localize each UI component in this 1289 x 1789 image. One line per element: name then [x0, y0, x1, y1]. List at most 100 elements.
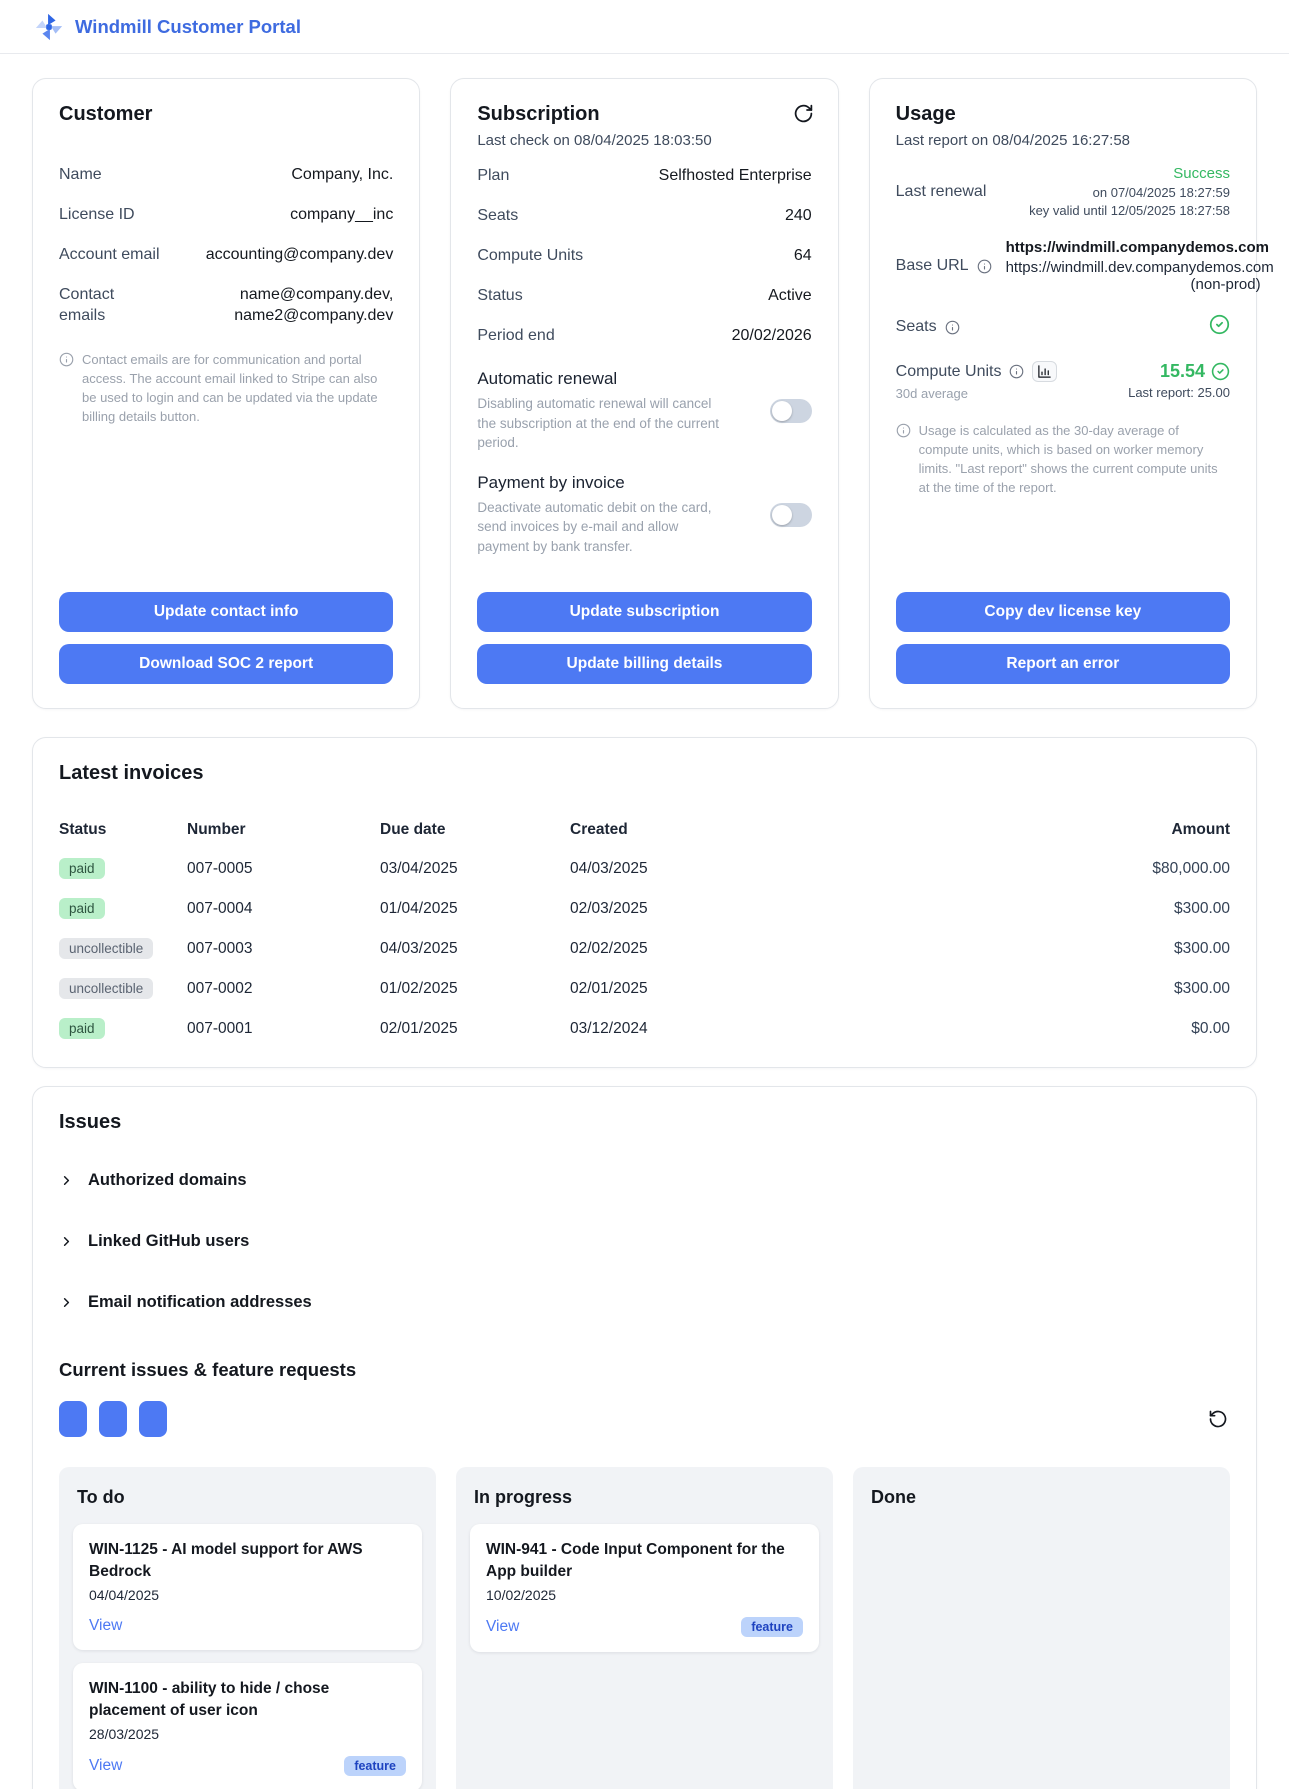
toggle-description: Disabling automatic renewal will cancel … — [477, 394, 732, 453]
accordion-row[interactable]: Email notification addresses — [59, 1272, 1230, 1333]
invoice-amount: $300.00 — [1060, 900, 1230, 918]
invoice-created-date: 02/01/2025 — [570, 980, 1060, 998]
usage-fields: Last renewal Success on 07/04/2025 18:27… — [896, 165, 1230, 497]
invoice-amount: $80,000.00 — [1060, 860, 1230, 878]
kanban-column: To do WIN-1125 - AI model support for AW… — [59, 1467, 436, 1789]
toggle-description: Deactivate automatic debit on the card, … — [477, 498, 732, 557]
invoice-created-date: 02/03/2025 — [570, 900, 1060, 918]
compute-units-value: 15.54 — [1160, 361, 1205, 382]
field-value: Selfhosted Enterprise — [659, 165, 812, 186]
issues-accordions: Authorized domains Linked GitHub users E… — [59, 1150, 1230, 1333]
customer-card: Customer Name Company, Inc. License ID c… — [32, 78, 420, 709]
renewal-key-valid: key valid until 12/05/2025 18:27:58 — [1029, 203, 1230, 218]
base-url-secondary: https://windmill.dev.companydemos.com (n… — [1006, 259, 1261, 293]
usage-buttons: Copy dev license key Report an error — [896, 576, 1230, 684]
issues-card: Issues Authorized domains Linked GitHub … — [32, 1086, 1257, 1789]
column-header-due-date: Due date — [380, 821, 570, 839]
update-subscription-button[interactable]: Update subscription — [477, 592, 811, 632]
info-icon — [945, 320, 960, 335]
accordion-label: Email notification addresses — [88, 1293, 312, 1312]
customer-card-title: Customer — [59, 103, 393, 126]
status-badge: paid — [59, 898, 105, 919]
compute-units-value-row: 15.54 — [1128, 361, 1230, 382]
invoice-due-date: 03/04/2025 — [380, 860, 570, 878]
column-header-status: Status — [59, 821, 187, 839]
compute-units-last-report: Last report: 25.00 — [1128, 385, 1230, 400]
info-icon — [896, 423, 911, 438]
view-link[interactable]: View — [486, 1618, 519, 1636]
invoice-number: 007-0003 — [187, 940, 380, 958]
field-label: Seats — [477, 205, 518, 226]
seats-label-text: Seats — [896, 318, 937, 336]
toggle-switch[interactable] — [770, 399, 812, 423]
issue-card[interactable]: WIN-941 - Code Input Component for the A… — [470, 1524, 819, 1652]
invoice-due-date: 01/02/2025 — [380, 980, 570, 998]
toggle-switch[interactable] — [770, 503, 812, 527]
compute-units-chart-button[interactable] — [1032, 361, 1057, 382]
issues-refresh-button[interactable] — [1206, 1407, 1230, 1431]
invoices-rows: paid 007-0005 03/04/2025 04/03/2025 $80,… — [59, 839, 1230, 1039]
base-url-row: Base URL https://windmill.companydemos.c… — [896, 239, 1230, 293]
refresh-icon — [793, 103, 814, 124]
subscription-card: Subscription Last check on 08/04/2025 18… — [450, 78, 838, 709]
field-value: company__inc — [290, 204, 393, 225]
issue-card-title: WIN-1100 - ability to hide / chose place… — [89, 1678, 406, 1722]
new-issue-button[interactable] — [59, 1401, 87, 1437]
subscription-fields: Plan Selfhosted Enterprise Seats 240 Com… — [477, 165, 811, 365]
invoice-number: 007-0001 — [187, 1020, 380, 1038]
base-url-label: Base URL — [896, 239, 992, 293]
invoice-due-date: 01/04/2025 — [380, 900, 570, 918]
issue-card-footer: View — [89, 1617, 406, 1635]
field-row: Compute Units 64 — [477, 245, 811, 266]
issue-card-date: 28/03/2025 — [89, 1726, 406, 1742]
usage-card-title: Usage — [896, 103, 1230, 126]
accordion-row[interactable]: Authorized domains — [59, 1150, 1230, 1211]
view-link[interactable]: View — [89, 1617, 122, 1635]
field-row: Contact emails name@company.dev, name2@c… — [59, 284, 393, 326]
accordion-label: Authorized domains — [88, 1171, 247, 1190]
feature-badge: feature — [741, 1617, 803, 1637]
field-row: Account email accounting@company.dev — [59, 244, 393, 265]
field-label: Account email — [59, 244, 160, 265]
new-issue-button[interactable] — [99, 1401, 127, 1437]
invoice-number: 007-0005 — [187, 860, 380, 878]
invoice-due-date: 04/03/2025 — [380, 940, 570, 958]
field-value: accounting@company.dev — [206, 244, 394, 265]
update-contact-info-button[interactable]: Update contact info — [59, 592, 393, 632]
info-icon — [1009, 364, 1024, 379]
kanban-column: Done — [853, 1467, 1230, 1789]
view-link[interactable]: View — [89, 1757, 122, 1775]
check-circle-icon — [1209, 314, 1230, 335]
issue-card[interactable]: WIN-1100 - ability to hide / chose place… — [73, 1663, 422, 1789]
issue-actions-row — [59, 1401, 1230, 1437]
feature-badge: feature — [344, 1756, 406, 1776]
kanban-column: In progress WIN-941 - Code Input Compone… — [456, 1467, 833, 1789]
toggle-row: Automatic renewal Disabling automatic re… — [477, 369, 811, 453]
new-issue-button[interactable] — [139, 1401, 167, 1437]
renewal-date: on 07/04/2025 18:27:59 — [1029, 185, 1230, 200]
renewal-status: Success — [1029, 165, 1230, 182]
invoice-number: 007-0002 — [187, 980, 380, 998]
base-url-values: https://windmill.companydemos.com https:… — [1006, 239, 1269, 293]
issue-card-footer: View feature — [89, 1756, 406, 1776]
kanban-cards: WIN-1125 - AI model support for AWS Bedr… — [73, 1524, 422, 1789]
invoice-due-date: 02/01/2025 — [380, 1020, 570, 1038]
field-row: Seats 240 — [477, 205, 811, 226]
invoice-row: uncollectible 007-0002 01/02/2025 02/01/… — [59, 978, 1230, 999]
issue-card[interactable]: WIN-1125 - AI model support for AWS Bedr… — [73, 1524, 422, 1650]
copy-dev-license-key-button[interactable]: Copy dev license key — [896, 592, 1230, 632]
column-header-created: Created — [570, 821, 1060, 839]
issue-card-date: 04/04/2025 — [89, 1587, 406, 1603]
app-title: Windmill Customer Portal — [75, 16, 301, 38]
field-label: License ID — [59, 204, 135, 225]
subscription-refresh-button[interactable] — [791, 101, 816, 126]
last-renewal-value: Success on 07/04/2025 18:27:59 key valid… — [1029, 165, 1230, 218]
field-row: License ID company__inc — [59, 204, 393, 225]
update-billing-details-button[interactable]: Update billing details — [477, 644, 811, 684]
info-icon — [59, 352, 74, 367]
download-soc2-report-button[interactable]: Download SOC 2 report — [59, 644, 393, 684]
field-row: Period end 20/02/2026 — [477, 325, 811, 346]
report-an-error-button[interactable]: Report an error — [896, 644, 1230, 684]
accordion-row[interactable]: Linked GitHub users — [59, 1211, 1230, 1272]
toggle-row: Payment by invoice Deactivate automatic … — [477, 473, 811, 557]
